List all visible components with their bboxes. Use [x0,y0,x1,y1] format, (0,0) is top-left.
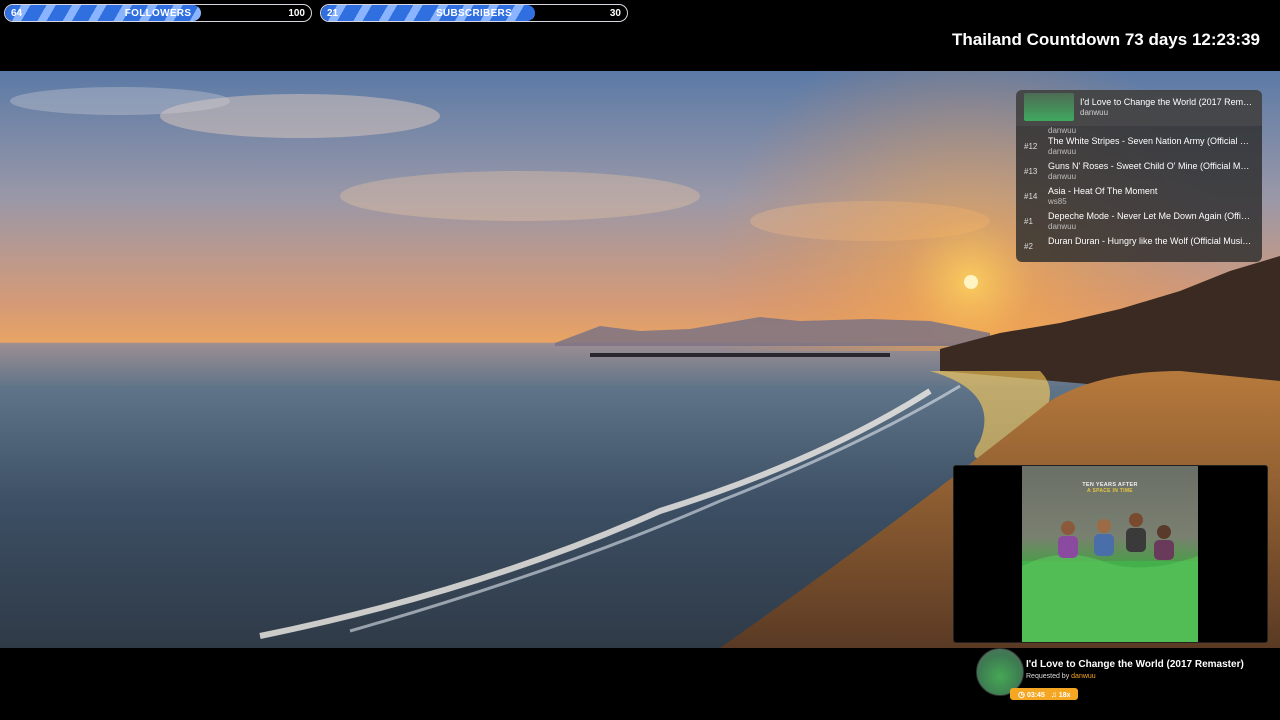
queue-item-title: Asia - Heat Of The Moment [1048,186,1158,196]
queue-item-title: Guns N' Roses - Sweet Child O' Mine (Off… [1048,161,1254,171]
queue-item-position: #12 [1024,142,1038,151]
queue-item[interactable]: #1 Depeche Mode - Never Let Me Down Agai… [1016,209,1262,234]
queue-item[interactable]: #12 The White Stripes - Seven Nation Arm… [1016,134,1262,159]
album-cover: TEN YEARS AFTER A SPACE IN TIME [1022,466,1198,642]
music-note-icon: ♫ [1050,689,1057,699]
queue-item-user: danwuu [1048,147,1077,156]
clock-icon: ◷ [1018,689,1025,699]
countdown-timer: Thailand Countdown 73 days 12:23:39 [952,30,1260,49]
queue-item-position: #14 [1024,192,1038,201]
queue-item-user: ws85 [1048,197,1067,206]
followers-max: 100 [288,7,305,19]
queue-item-position: #13 [1024,167,1038,176]
requested-by-user: danwuu [1071,673,1096,680]
plays-badge: ♫ 18x [1051,690,1071,699]
queue-now-playing[interactable]: I'd Love to Change the World (2017 Remas… [1016,90,1262,126]
queue-now-title: I'd Love to Change the World (2017 Remas… [1080,97,1256,107]
subscribers-label: SUBSCRIBERS [435,7,513,19]
now-playing-title: I'd Love to Change the World (2017 Remas… [1026,659,1244,670]
album-band-photo [1022,513,1198,642]
queue-item-user: danwuu [1048,172,1077,181]
queue-item-title: Depeche Mode - Never Let Me Down Again (… [1048,211,1254,221]
video-player[interactable]: TEN YEARS AFTER A SPACE IN TIME [953,465,1268,643]
queue-item-title: The White Stripes - Seven Nation Army (O… [1048,136,1254,146]
subscribers-goal-bar: 21 SUBSCRIBERS 30 [320,4,628,22]
song-queue-panel: I'd Love to Change the World (2017 Remas… [1016,90,1262,262]
queue-list: danwuu #12 The White Stripes - Seven Nat… [1016,126,1262,259]
queue-item[interactable]: #2 Duran Duran - Hungry like the Wolf (O… [1016,234,1262,259]
now-playing-thumbnail [1024,93,1074,121]
queue-item[interactable]: #13 Guns N' Roses - Sweet Child O' Mine … [1016,159,1262,184]
queue-item-position: #1 [1024,217,1033,226]
subscribers-max: 30 [609,7,621,19]
requested-by-label: Requested by [1026,673,1070,680]
duration-value: 03:45 [1026,691,1045,699]
duration-badge: ◷ 03:45 [1018,690,1045,699]
queue-item-title: Duran Duran - Hungry like the Wolf (Offi… [1048,236,1254,246]
queue-item-user: danwuu [1048,222,1077,231]
queue-item-position: #2 [1024,242,1033,251]
followers-goal-bar: 64 FOLLOWERS 100 [4,4,312,22]
queue-item[interactable]: #14 Asia - Heat Of The Moment ws85 [1016,184,1262,209]
followers-label: FOLLOWERS [124,7,192,19]
queue-now-user: danwuu [1080,108,1109,117]
now-playing-requested: Requested by danwuu [1026,673,1096,680]
plays-value: 18x [1058,691,1071,699]
now-playing-badges: ◷ 03:45 ♫ 18x [1010,688,1079,700]
